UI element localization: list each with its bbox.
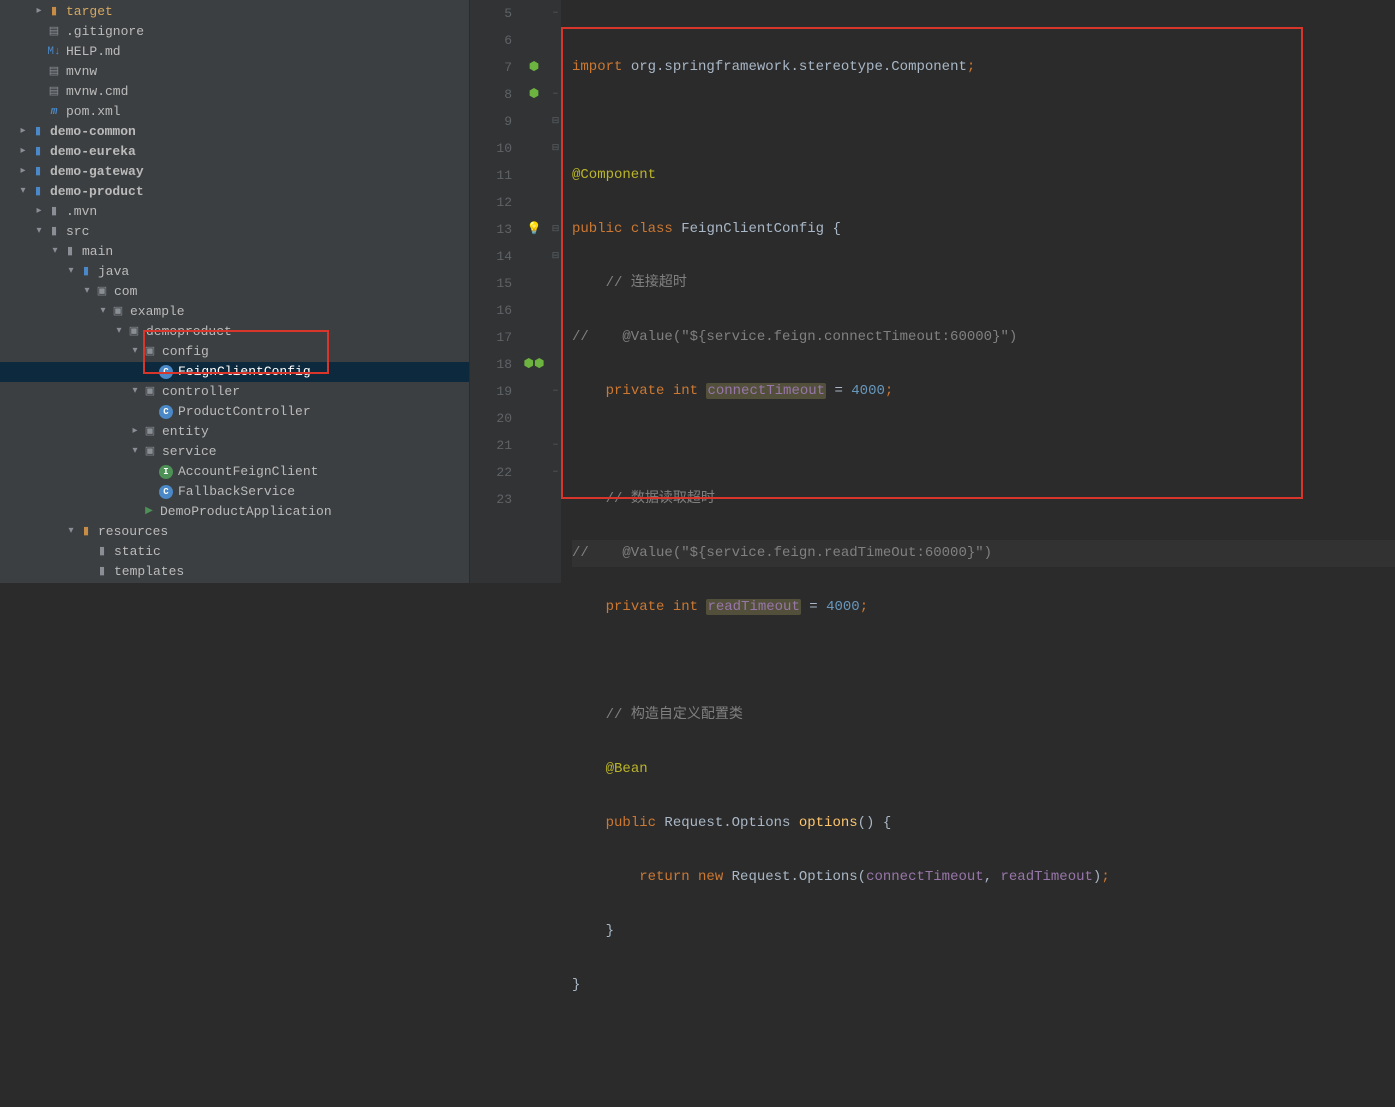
package-icon: ▣ — [142, 444, 158, 460]
folder-icon: ▮ — [94, 564, 110, 580]
tree-item-example[interactable]: ▾▣example — [0, 302, 469, 322]
source-folder-icon: ▮ — [78, 264, 94, 280]
gutter-icons: ⬢ ⬢ 💡 ⬢⬢ — [518, 0, 550, 583]
file-icon: ▤ — [46, 24, 62, 40]
interface-icon: I — [158, 464, 174, 480]
maven-icon: m — [46, 104, 62, 120]
code-highlight-annotation — [561, 27, 1303, 499]
module-icon: ▮ — [30, 164, 46, 180]
tree-item-config[interactable]: ▾▣config — [0, 342, 469, 362]
module-icon: ▮ — [30, 124, 46, 140]
run-icon: ▶ — [142, 505, 156, 519]
tree-item-account-feign-client[interactable]: ▸IAccountFeignClient — [0, 462, 469, 482]
resources-folder-icon: ▮ — [78, 524, 94, 540]
tree-item-mvnw[interactable]: ▸▤mvnw — [0, 62, 469, 82]
tree-item-help[interactable]: ▸M↓HELP.md — [0, 42, 469, 62]
spring-bean-icon[interactable]: ⬢⬢ — [518, 351, 550, 378]
tree-item-demo-product-application[interactable]: ▸▶DemoProductApplication — [0, 502, 469, 522]
package-icon: ▣ — [94, 284, 110, 300]
tree-item-templates[interactable]: ▸▮templates — [0, 562, 469, 582]
spring-component-icon[interactable]: ⬢ — [518, 54, 550, 81]
folder-icon: ▮ — [46, 224, 62, 240]
tree-item-pom[interactable]: ▸mpom.xml — [0, 102, 469, 122]
tree-item-feign-client-config[interactable]: ▸CFeignClientConfig — [0, 362, 469, 382]
tree-item-com[interactable]: ▾▣com — [0, 282, 469, 302]
folder-icon: ▮ — [94, 544, 110, 560]
tree-item-resources[interactable]: ▾▮resources — [0, 522, 469, 542]
tree-item-mvnwcmd[interactable]: ▸▤mvnw.cmd — [0, 82, 469, 102]
file-icon: ▤ — [46, 84, 62, 100]
spring-bean-icon[interactable]: ⬢ — [518, 81, 550, 108]
fold-gutter[interactable]: − −⊟⊟ ⊟⊟ −−− — [550, 0, 562, 583]
tree-item-fallback-service[interactable]: ▸CFallbackService — [0, 482, 469, 502]
intention-bulb-icon[interactable]: 💡 — [518, 216, 550, 243]
module-icon: ▮ — [30, 184, 46, 200]
class-icon: C — [158, 364, 174, 380]
package-icon: ▣ — [142, 344, 158, 360]
tree-item-java[interactable]: ▾▮java — [0, 262, 469, 282]
tree-item-demoproduct[interactable]: ▾▣demoproduct — [0, 322, 469, 342]
package-icon: ▣ — [110, 304, 126, 320]
tree-item-demo-common[interactable]: ▸▮demo-common — [0, 122, 469, 142]
package-icon: ▣ — [142, 384, 158, 400]
markdown-icon: M↓ — [46, 44, 62, 60]
package-icon: ▣ — [126, 324, 142, 340]
tree-item-controller[interactable]: ▾▣controller — [0, 382, 469, 402]
tree-item-product-controller[interactable]: ▸CProductController — [0, 402, 469, 422]
tree-item-service[interactable]: ▾▣service — [0, 442, 469, 462]
tree-item-mvn[interactable]: ▸▮.mvn — [0, 202, 469, 222]
tree-item-demo-eureka[interactable]: ▸▮demo-eureka — [0, 142, 469, 162]
tree-item-demo-product[interactable]: ▾▮demo-product — [0, 182, 469, 202]
tree-item-target[interactable]: ▸▮target — [0, 2, 469, 22]
tree-item-entity[interactable]: ▸▣entity — [0, 422, 469, 442]
package-icon: ▣ — [142, 424, 158, 440]
project-tree[interactable]: ▸▮target ▸▤.gitignore ▸M↓HELP.md ▸▤mvnw … — [0, 0, 470, 583]
tree-item-demo-gateway[interactable]: ▸▮demo-gateway — [0, 162, 469, 182]
class-icon: C — [158, 404, 174, 420]
code-text[interactable]: import org.springframework.stereotype.Co… — [562, 0, 1395, 583]
line-number-gutter: 5 6 7 8 9 10 11 12 13 14 15 16 17 18 19 … — [470, 0, 518, 583]
folder-icon: ▮ — [46, 4, 62, 20]
module-icon: ▮ — [30, 144, 46, 160]
tree-item-main[interactable]: ▾▮main — [0, 242, 469, 262]
folder-icon: ▮ — [46, 204, 62, 220]
class-icon: C — [158, 484, 174, 500]
file-icon: ▤ — [46, 64, 62, 80]
tree-item-gitignore[interactable]: ▸▤.gitignore — [0, 22, 469, 42]
folder-icon: ▮ — [62, 244, 78, 260]
tree-item-src[interactable]: ▾▮src — [0, 222, 469, 242]
tree-item-static[interactable]: ▸▮static — [0, 542, 469, 562]
code-editor[interactable]: 5 6 7 8 9 10 11 12 13 14 15 16 17 18 19 … — [470, 0, 1395, 583]
